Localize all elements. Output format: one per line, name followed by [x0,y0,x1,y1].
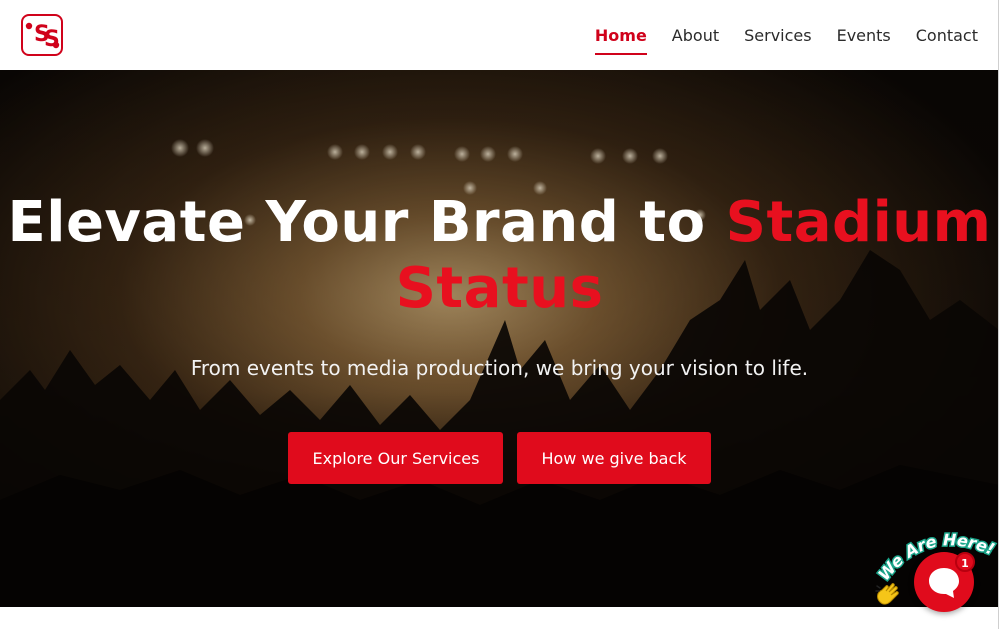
hero-headline: Elevate Your Brand to Stadium Status [0,190,999,322]
nav-about-link[interactable]: About [672,22,719,49]
nav-events-link[interactable]: Events [837,22,891,49]
nav-services-link[interactable]: Services [744,22,811,49]
waving-hand-icon [875,583,899,605]
explore-services-button[interactable]: Explore Our Services [288,432,504,484]
chat-notification-badge: 1 [955,552,975,572]
hero-headline-main: Elevate Your Brand to [7,190,726,255]
hero-cta-group: Explore Our Services How we give back [0,432,999,484]
give-back-button[interactable]: How we give back [517,432,711,484]
hero-section: Elevate Your Brand to Stadium Status Fro… [0,70,999,607]
stadium-status-logo-icon[interactable]: S S [21,14,63,56]
chat-widget[interactable]: We Are Here! 1 [872,524,999,616]
nav-contact-link[interactable]: Contact [916,22,978,49]
top-navbar: S S Home About Services Events Contact [0,0,999,70]
hero-subtitle: From events to media production, we brin… [190,356,809,380]
svg-text:S: S [44,27,60,52]
concert-crowd-image [0,70,999,607]
next-section-edge [0,607,999,629]
nav-home-link[interactable]: Home [594,22,647,55]
main-nav: Home About Services Events Contact [594,0,978,70]
